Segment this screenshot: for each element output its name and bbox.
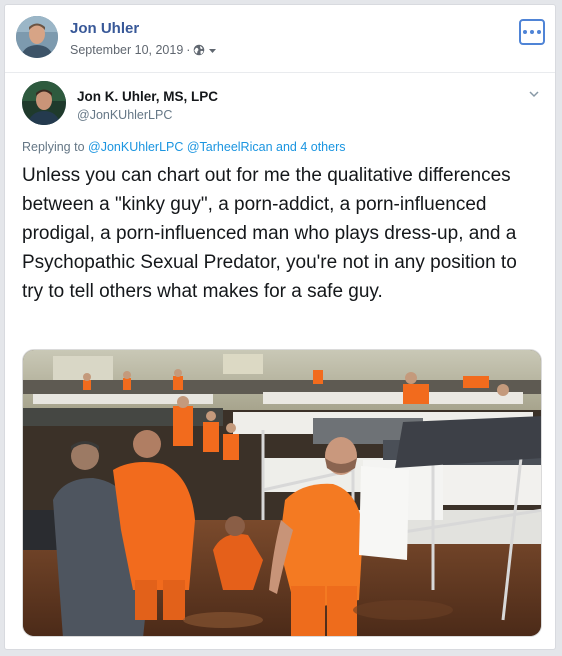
post-meta: September 10, 2019 ·	[70, 43, 217, 57]
reply-context: Replying to @JonKUhlerLPC @TarheelRican …	[22, 140, 345, 154]
tweet-text: Unless you can chart out for me the qual…	[22, 165, 517, 302]
tweet-author-name[interactable]: Jon K. Uhler, MS, LPC	[77, 89, 218, 104]
post-header: Jon Uhler September 10, 2019 ·	[16, 16, 546, 60]
meta-separator: ·	[186, 43, 191, 57]
facebook-post-card: Jon Uhler September 10, 2019 · Jon K. Uh…	[4, 4, 556, 650]
divider	[5, 72, 555, 73]
tweet-avatar[interactable]	[22, 81, 66, 125]
ellipsis-icon	[523, 30, 527, 34]
more-options-button[interactable]	[519, 19, 545, 45]
privacy-caret-icon[interactable]	[208, 46, 217, 55]
post-date[interactable]: September 10, 2019	[70, 43, 183, 57]
prison-photo	[23, 350, 541, 636]
reply-mentions-link[interactable]: @JonKUhlerLPC @TarheelRican and 4 others	[88, 140, 345, 154]
globe-icon[interactable]	[193, 44, 205, 56]
embedded-tweet[interactable]: Jon K. Uhler, MS, LPC @JonKUhlerLPC Repl…	[22, 81, 542, 641]
reply-prefix: Replying to	[22, 140, 85, 154]
post-author-name[interactable]: Jon Uhler	[70, 20, 139, 37]
tweet-author-handle[interactable]: @JonKUhlerLPC	[77, 108, 172, 122]
tweet-photo[interactable]	[22, 349, 542, 637]
chevron-down-icon[interactable]	[528, 87, 540, 105]
author-avatar[interactable]	[16, 16, 58, 58]
